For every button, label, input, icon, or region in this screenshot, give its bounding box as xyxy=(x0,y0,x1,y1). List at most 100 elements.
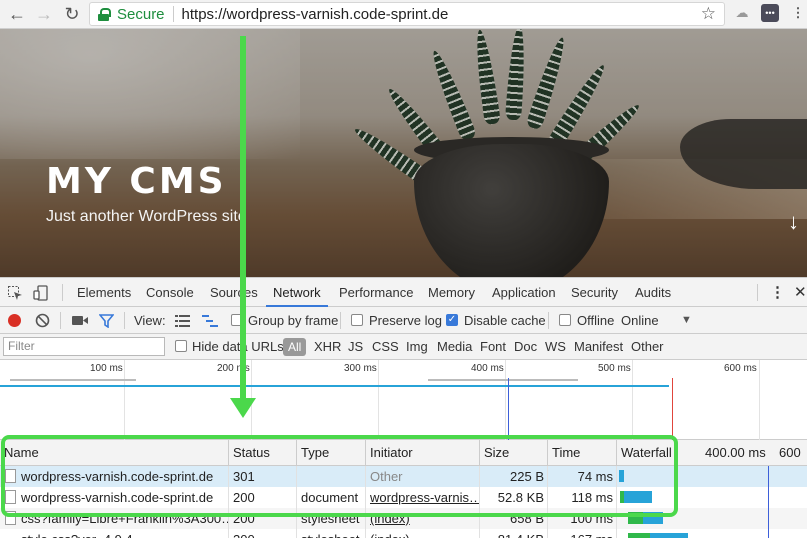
waterfall-bar xyxy=(628,533,650,538)
overview-gridline xyxy=(759,360,760,440)
offline-label: Offline xyxy=(577,313,615,328)
overview-gridline xyxy=(124,360,125,440)
secure-label: Secure xyxy=(117,5,165,23)
preserve-log-checkbox[interactable] xyxy=(351,314,363,326)
overview-tick: 400 ms xyxy=(471,363,504,374)
overview-tick: 500 ms xyxy=(598,363,631,374)
overview-dom-content-line xyxy=(0,385,669,387)
hero-overlay xyxy=(0,29,807,277)
tab-network[interactable]: Network xyxy=(266,278,328,307)
filter-type-js[interactable]: JS xyxy=(348,334,363,360)
filter-input[interactable]: Filter xyxy=(3,337,165,356)
filter-type-manifest[interactable]: Manifest xyxy=(574,334,623,360)
throttling-select[interactable]: Online xyxy=(621,307,659,334)
filter-type-xhr[interactable]: XHR xyxy=(314,334,341,360)
site-title[interactable]: MY CMS xyxy=(46,161,227,202)
network-overview[interactable]: 100 ms 200 ms 300 ms 400 ms 500 ms 600 m… xyxy=(0,360,807,440)
device-toolbar-icon[interactable] xyxy=(33,285,49,301)
waterfall-tick: 400.00 ms xyxy=(705,445,766,460)
overview-tick: 300 ms xyxy=(344,363,377,374)
toolbar-divider xyxy=(340,312,341,329)
devtools-menu-icon[interactable]: ⋮ xyxy=(770,278,785,307)
browser-toolbar: ← → ↻ Secure https://wordpress-varnish.c… xyxy=(0,0,807,29)
filter-type-other[interactable]: Other xyxy=(631,334,664,360)
tab-divider xyxy=(757,284,758,301)
overview-domcontentloaded-marker xyxy=(508,378,509,440)
waterfall-bar xyxy=(650,533,688,538)
annotation-arrow-shaft xyxy=(240,36,246,404)
tab-elements[interactable]: Elements xyxy=(77,278,131,307)
overview-bar xyxy=(10,379,136,381)
row-size: 81.4 KB xyxy=(480,529,548,538)
offline-checkbox[interactable] xyxy=(559,314,571,326)
filter-type-font[interactable]: Font xyxy=(480,334,506,360)
close-devtools-icon[interactable]: ✕ xyxy=(794,278,807,307)
network-toolbar: View: Group by frame Preserve log ✓ Disa… xyxy=(0,307,807,334)
large-rows-icon[interactable] xyxy=(175,315,190,327)
tab-memory[interactable]: Memory xyxy=(428,278,475,307)
inspect-element-icon[interactable] xyxy=(7,285,23,301)
filter-icon[interactable] xyxy=(99,314,114,328)
view-label: View: xyxy=(134,313,166,328)
toolbar-divider xyxy=(548,312,549,329)
filter-type-img[interactable]: Img xyxy=(406,334,428,360)
capture-screenshots-icon[interactable] xyxy=(72,315,88,326)
row-name: style.css?ver=4.9.4 xyxy=(17,529,229,538)
hide-data-urls-checkbox[interactable] xyxy=(175,340,187,352)
filter-type-doc[interactable]: Doc xyxy=(514,334,537,360)
row-time: 167 ms xyxy=(548,529,617,538)
bookmark-star-icon[interactable]: ☆ xyxy=(701,4,716,24)
overview-bar xyxy=(428,379,578,381)
cloud-extension-icon[interactable]: ☁ xyxy=(733,4,751,22)
disable-cache-checkbox[interactable]: ✓ xyxy=(446,314,458,326)
disable-cache-label: Disable cache xyxy=(464,313,546,328)
omnibox-divider xyxy=(172,6,174,22)
tab-audits[interactable]: Audits xyxy=(635,278,671,307)
row-initiator-link[interactable]: (index) xyxy=(366,529,480,538)
lock-icon xyxy=(98,7,111,21)
overview-tick: 600 ms xyxy=(724,363,757,374)
overview-gridline xyxy=(378,360,379,440)
site-tagline: Just another WordPress site xyxy=(46,208,247,225)
table-row[interactable]: style.css?ver=4.9.4 200 stylesheet (inde… xyxy=(0,529,807,538)
waterfall-tick: 600 xyxy=(779,445,801,460)
tab-console[interactable]: Console xyxy=(146,278,194,307)
devtools-tabbar: Elements Console Sources Network Perform… xyxy=(0,278,807,307)
preserve-log-label: Preserve log xyxy=(369,313,442,328)
toolbar-divider xyxy=(60,312,61,329)
overview-waterfall-icon[interactable] xyxy=(202,315,218,327)
overview-load-marker xyxy=(672,378,673,440)
filter-type-media[interactable]: Media xyxy=(437,334,472,360)
tab-divider xyxy=(62,284,63,301)
hero-image: MY CMS Just another WordPress site ↓ xyxy=(0,29,807,277)
filter-bar: Filter Hide data URLs All XHR JS CSS Img… xyxy=(0,334,807,360)
browser-menu-icon[interactable]: ⋮ xyxy=(789,4,807,22)
row-status: 200 xyxy=(229,529,297,538)
overview-gridline xyxy=(632,360,633,440)
filter-type-css[interactable]: CSS xyxy=(372,334,399,360)
extension-icon[interactable]: ••• xyxy=(761,4,779,22)
record-icon[interactable] xyxy=(8,314,21,327)
toolbar-divider xyxy=(124,312,125,329)
tab-application[interactable]: Application xyxy=(492,278,556,307)
tab-security[interactable]: Security xyxy=(571,278,618,307)
row-type: stylesheet xyxy=(297,529,366,538)
reload-icon[interactable]: ↻ xyxy=(59,1,85,27)
filter-type-ws[interactable]: WS xyxy=(545,334,566,360)
url-text: https://wordpress-varnish.code-sprint.de xyxy=(181,5,449,23)
tab-sources[interactable]: Sources xyxy=(210,278,258,307)
group-by-frame-label: Group by frame xyxy=(248,313,339,328)
annotation-highlight-box xyxy=(1,435,678,517)
tab-performance[interactable]: Performance xyxy=(339,278,413,307)
address-bar[interactable]: Secure https://wordpress-varnish.code-sp… xyxy=(89,2,725,26)
overview-tick: 100 ms xyxy=(90,363,123,374)
chevron-down-icon[interactable]: ▼ xyxy=(681,307,692,334)
filter-type-all[interactable]: All xyxy=(283,338,307,356)
back-arrow-icon[interactable]: ← xyxy=(4,1,30,27)
scroll-down-arrow-icon[interactable]: ↓ xyxy=(788,209,799,235)
annotation-arrow-head xyxy=(230,398,256,418)
hide-data-urls-label: Hide data URLs xyxy=(192,339,284,354)
forward-arrow-icon[interactable]: → xyxy=(31,1,57,27)
waterfall-marker-line xyxy=(768,466,769,538)
clear-icon[interactable] xyxy=(35,313,50,328)
